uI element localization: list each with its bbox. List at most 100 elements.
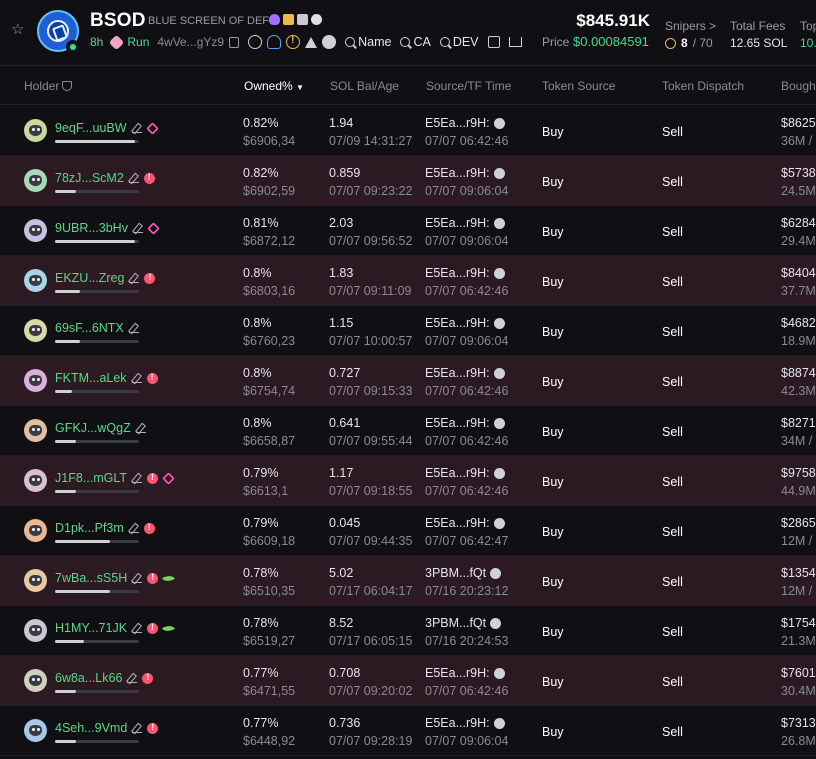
globe-icon[interactable] xyxy=(248,35,263,49)
table-row[interactable]: J1F8...mGLT 0.79% $6613,1 1.17 07/07 09:18:5… xyxy=(0,456,816,506)
table-row[interactable]: 9UBR...3bHv 0.81% $6872,12 2.03 07/07 09:56:… xyxy=(0,206,816,256)
funding-source[interactable]: E5Ea...r9H: xyxy=(425,366,505,380)
edit-icon[interactable] xyxy=(135,423,146,433)
holder-address[interactable]: D1pk...Pf3m xyxy=(55,521,155,535)
contract-address[interactable]: 4wVe...gYz9 xyxy=(157,35,224,49)
column-holder[interactable]: Holder xyxy=(24,79,73,93)
edit-icon[interactable] xyxy=(128,523,139,533)
edit-icon[interactable] xyxy=(132,573,143,583)
avatar[interactable] xyxy=(24,169,47,192)
column-owned[interactable]: Owned% ▼ xyxy=(244,79,304,93)
avatar[interactable] xyxy=(24,319,47,342)
avatar[interactable] xyxy=(24,519,47,542)
column-token-source[interactable]: Token Source xyxy=(542,79,615,93)
funding-source[interactable]: E5Ea...r9H: xyxy=(425,266,505,280)
holder-address[interactable]: H1MY...71JK xyxy=(55,621,176,635)
bought-amount: 12M / 1 xyxy=(781,534,816,548)
list-icon[interactable] xyxy=(322,35,337,49)
snipers-label[interactable]: Snipers > xyxy=(665,19,716,33)
edit-icon[interactable] xyxy=(131,373,142,383)
avatar[interactable] xyxy=(24,369,47,392)
favorite-star-icon[interactable]: ☆ xyxy=(11,22,27,38)
avatar[interactable] xyxy=(24,719,47,742)
avatar[interactable] xyxy=(24,619,47,642)
fees-label: Total Fees xyxy=(730,19,786,33)
search-ca-button[interactable]: CA xyxy=(400,35,431,49)
telegram-icon[interactable] xyxy=(305,36,318,48)
column-source[interactable]: Source/TF Time xyxy=(426,79,511,93)
sol-balance: 0.045 xyxy=(329,516,361,530)
edit-icon[interactable] xyxy=(131,123,142,133)
holder-address[interactable]: 69sF...6NTX xyxy=(55,321,139,335)
edit-icon[interactable] xyxy=(127,673,138,683)
edit-icon[interactable] xyxy=(132,623,143,633)
edit-icon[interactable] xyxy=(132,223,143,233)
table-row[interactable]: 7wBa...sS5H 0.78% $6510,35 5.02 07/17 06:04:… xyxy=(0,556,816,606)
search-dev-button[interactable]: DEV xyxy=(439,35,479,49)
holder-address[interactable]: FKTM...aLek xyxy=(55,371,158,385)
edit-icon[interactable] xyxy=(132,473,143,483)
table-row[interactable]: 6w8a...Lk66 0.77% $6471,55 0.708 07/07 09:20… xyxy=(0,656,816,706)
column-bought[interactable]: Bough xyxy=(781,79,816,93)
token-dispatch-sell: Sell xyxy=(662,175,683,189)
table-row[interactable]: 4Seh...9Vmd 0.77% $6448,92 0.736 07/07 09:28… xyxy=(0,706,816,756)
funding-time: 07/07 09:06:04 xyxy=(425,334,509,348)
funding-source[interactable]: E5Ea...r9H: xyxy=(425,166,505,180)
funding-source[interactable]: E5Ea...r9H: xyxy=(425,416,505,430)
table-row[interactable]: 78zJ...ScM2 0.82% $6902,59 0.859 07/07 09:23… xyxy=(0,156,816,206)
table-row[interactable]: H1MY...71JK 0.78% $6519,27 8.52 07/17 06:05:… xyxy=(0,606,816,656)
avatar[interactable] xyxy=(24,669,47,692)
table-row[interactable]: FKTM...aLek 0.8% $6754,74 0.727 07/07 09:15:… xyxy=(0,356,816,406)
list-icon xyxy=(493,267,505,279)
edit-icon[interactable] xyxy=(129,273,140,283)
table-row[interactable]: 9eqF...uuBW 0.82% $6906,34 1.94 07/09 14:31:… xyxy=(0,106,816,156)
list-icon xyxy=(493,317,505,329)
holding-progress-bar xyxy=(55,590,139,593)
funding-source[interactable]: E5Ea...r9H: xyxy=(425,516,505,530)
people-icon xyxy=(283,14,294,25)
holder-address[interactable]: J1F8...mGLT xyxy=(55,471,175,485)
funding-source[interactable]: E5Ea...r9H: xyxy=(425,466,505,480)
funding-source[interactable]: E5Ea...r9H: xyxy=(425,216,505,230)
table-row[interactable]: EKZU...Zreg 0.8% $6803,16 1.83 07/07 09:11:0… xyxy=(0,256,816,306)
search-name-button[interactable]: Name xyxy=(345,35,391,49)
avatar[interactable] xyxy=(24,569,47,592)
holder-address[interactable]: GFKJ...wQgZ xyxy=(55,421,146,435)
filter-icon[interactable] xyxy=(62,81,73,91)
avatar[interactable] xyxy=(24,119,47,142)
funding-source[interactable]: E5Ea...r9H: xyxy=(425,716,505,730)
funding-source[interactable]: 3PBM...fQt xyxy=(425,616,502,630)
column-token-dispatch[interactable]: Token Dispatch xyxy=(662,79,744,93)
edit-icon[interactable] xyxy=(132,723,143,733)
column-sol-bal[interactable]: SOL Bal/Age xyxy=(330,79,399,93)
table-row[interactable]: GFKJ...wQgZ 0.8% $6658,87 0.641 07/07 09:55:… xyxy=(0,406,816,456)
holder-address[interactable]: 9UBR...3bHv xyxy=(55,221,160,235)
funding-source[interactable]: E5Ea...r9H: xyxy=(425,116,505,130)
holder-address[interactable]: 6w8a...Lk66 xyxy=(55,671,154,685)
edit-icon[interactable] xyxy=(128,173,139,183)
funding-source[interactable]: E5Ea...r9H: xyxy=(425,666,505,680)
funding-source[interactable]: E5Ea...r9H: xyxy=(425,316,505,330)
avatar[interactable] xyxy=(24,419,47,442)
table-row[interactable]: D1pk...Pf3m 0.79% $6609,18 0.045 07/07 09:44… xyxy=(0,506,816,556)
edit-icon[interactable] xyxy=(128,323,139,333)
person-icon[interactable] xyxy=(267,35,282,49)
funding-source[interactable]: 3PBM...fQt xyxy=(425,566,502,580)
avatar[interactable] xyxy=(24,219,47,242)
holder-address[interactable]: 4Seh...9Vmd xyxy=(55,721,159,735)
holder-address[interactable]: 7wBa...sS5H xyxy=(55,571,176,585)
holder-address[interactable]: 78zJ...ScM2 xyxy=(55,171,155,185)
avatar[interactable] xyxy=(24,469,47,492)
holder-address[interactable]: EKZU...Zreg xyxy=(55,271,156,285)
avatar[interactable] xyxy=(24,269,47,292)
crown-icon[interactable] xyxy=(508,37,522,47)
table-row[interactable]: 69sF...6NTX 0.8% $6760,23 1.15 07/07 10:00:5… xyxy=(0,306,816,356)
token-source-buy: Buy xyxy=(542,625,564,639)
external-link-icon[interactable] xyxy=(487,36,500,48)
list-icon xyxy=(493,467,505,479)
holder-address[interactable]: 9eqF...uuBW xyxy=(55,121,159,135)
search-icon xyxy=(400,37,411,47)
sol-balance: 0.708 xyxy=(329,666,361,680)
warning-icon[interactable] xyxy=(286,35,301,49)
copy-icon[interactable] xyxy=(229,36,240,48)
